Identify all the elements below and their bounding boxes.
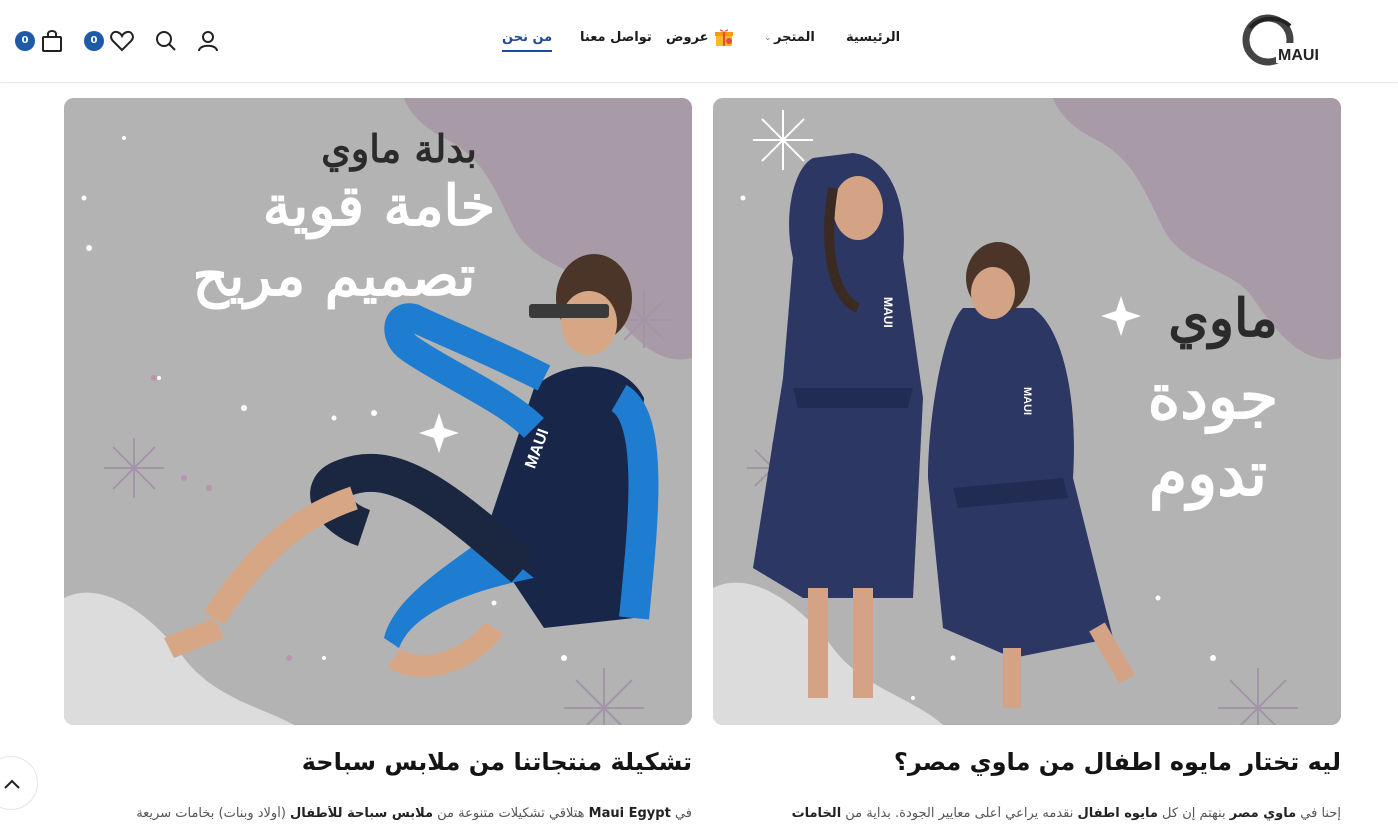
banner-left-line1: بدلة ماوي (321, 126, 477, 171)
chevron-up-icon (4, 779, 20, 789)
nav-home[interactable]: الرئيسية (846, 30, 900, 52)
nav-shop[interactable]: ⌄ المتجر (764, 30, 815, 52)
gift-icon (715, 29, 733, 46)
chevron-down-icon: ⌄ (764, 33, 772, 43)
nav-contact-label: تواصل معنا (580, 30, 652, 45)
scroll-to-top-button[interactable] (0, 756, 38, 810)
banner-left-line3: تصميم مريح (192, 243, 476, 309)
svg-text:MAUI: MAUI (1021, 387, 1033, 415)
account-icon[interactable] (195, 28, 221, 54)
site-logo[interactable]: MAUI (1238, 10, 1326, 70)
wishlist-count-badge: 0 (84, 31, 104, 51)
nav-offers-label: عروض (666, 30, 709, 45)
banner-right-line2: جودة (1147, 360, 1279, 433)
site-header: MAUI الرئيسية ⌄ المتجر عروض تواصل معنا م… (0, 0, 1398, 83)
section-heading-why-maui: ليه تختار مايوه اطفال من ماوي مصر؟ (893, 748, 1341, 776)
section-paragraph-why-maui: إحنا في ماوي مصر بنهتم إن كل مايوه اطفال… (791, 806, 1341, 821)
svg-text:MAUI: MAUI (1278, 47, 1319, 64)
wishlist-heart-icon[interactable] (109, 28, 135, 54)
section-heading-collection: تشكيلة منتجاتنا من ملابس سباحة (301, 748, 692, 776)
cart-bag-icon[interactable] (39, 28, 65, 54)
banner-card-swimsuit[interactable]: MAUI بدلة ماوي خامة قوية تصميم مريح (64, 98, 692, 725)
banner-left-line2: خامة قوية (262, 173, 496, 239)
section-paragraph-collection: في Maui Egypt هتلاقي تشكيلات متنوعة من م… (136, 806, 692, 821)
nav-shop-label: المتجر (774, 30, 815, 45)
cart-count-badge: 0 (15, 31, 35, 51)
nav-about-label: من نحن (502, 30, 553, 45)
nav-contact[interactable]: تواصل معنا (580, 30, 652, 52)
banner-right-line1: ماوي (1168, 288, 1278, 349)
nav-offers[interactable]: عروض (666, 29, 733, 52)
banner-card-robes[interactable]: MAUI MAUI ماوي جودة تدوم (713, 98, 1341, 725)
search-icon[interactable] (153, 28, 179, 54)
nav-about[interactable]: من نحن (502, 30, 553, 52)
nav-home-label: الرئيسية (846, 30, 901, 45)
banner-right-line3: تدوم (1148, 437, 1268, 510)
svg-text:MAUI: MAUI (881, 297, 895, 328)
